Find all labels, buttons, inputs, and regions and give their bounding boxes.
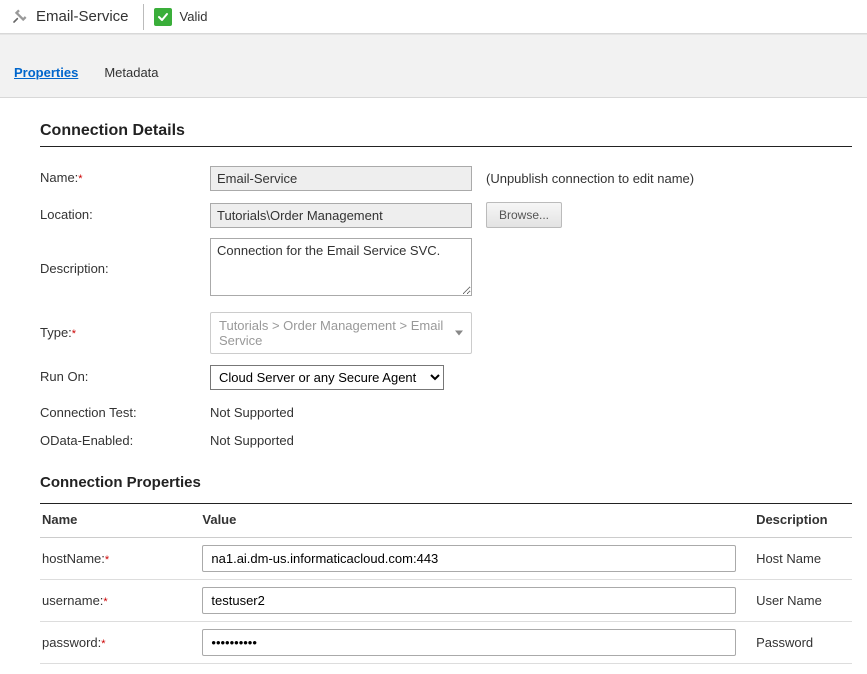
connection-details-title: Connection Details (40, 122, 852, 147)
runon-select[interactable]: Cloud Server or any Secure Agent (210, 365, 444, 390)
conntest-value: Not Supported (210, 402, 294, 424)
type-select-value: Tutorials > Order Management > Email Ser… (219, 318, 443, 348)
location-input[interactable] (210, 203, 472, 228)
name-hint: (Unpublish connection to edit name) (486, 171, 694, 186)
username-input[interactable] (202, 587, 736, 614)
name-label: Name:* (40, 165, 210, 192)
table-row: username:* User Name (40, 580, 852, 622)
conntest-label: Connection Test: (40, 400, 210, 426)
header-separator (143, 4, 144, 30)
prop-name: hostName:* (40, 538, 200, 580)
prop-name: username:* (40, 580, 200, 622)
hostname-input[interactable] (202, 545, 736, 572)
page-title: Email-Service (36, 0, 143, 34)
runon-label: Run On: (40, 364, 210, 390)
table-row: password:* Password (40, 622, 852, 664)
valid-check-icon (154, 8, 172, 26)
valid-label: Valid (180, 9, 208, 24)
col-header-name: Name (40, 504, 200, 538)
description-textarea[interactable]: Connection for the Email Service SVC. (210, 238, 472, 296)
password-input[interactable] (202, 629, 736, 656)
prop-name: password:* (40, 622, 200, 664)
odata-value: Not Supported (210, 430, 294, 452)
description-label: Description: (40, 238, 210, 282)
plug-icon (8, 6, 30, 28)
tabs-region: Properties Metadata (0, 34, 867, 98)
tab-metadata[interactable]: Metadata (104, 65, 158, 88)
chevron-down-icon (455, 331, 463, 336)
col-header-desc: Description (754, 504, 852, 538)
type-label: Type:* (40, 320, 210, 347)
odata-label: OData-Enabled: (40, 428, 210, 454)
header-bar: Email-Service Valid (0, 0, 867, 34)
browse-button[interactable]: Browse... (486, 202, 562, 228)
type-select[interactable]: Tutorials > Order Management > Email Ser… (210, 312, 472, 354)
col-header-value: Value (200, 504, 754, 538)
prop-desc: User Name (754, 580, 852, 622)
prop-desc: Host Name (754, 538, 852, 580)
table-row: hostName:* Host Name (40, 538, 852, 580)
connection-properties-title: Connection Properties (40, 474, 857, 491)
name-input[interactable] (210, 166, 472, 191)
properties-table: Name Value Description hostName:* Host N… (40, 503, 852, 664)
prop-desc: Password (754, 622, 852, 664)
location-label: Location: (40, 202, 210, 228)
tab-properties[interactable]: Properties (14, 65, 78, 88)
